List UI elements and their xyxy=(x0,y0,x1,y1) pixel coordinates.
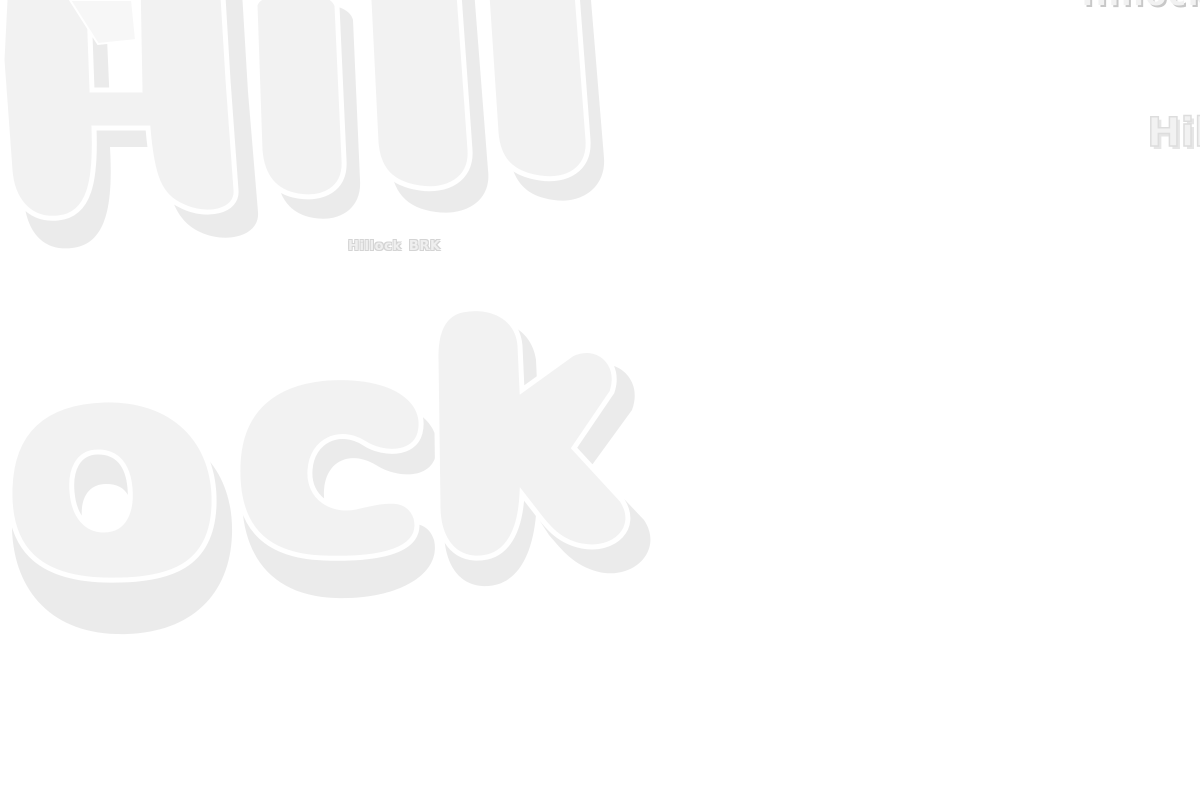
glyph-l-1 xyxy=(366,0,489,213)
glyph-o xyxy=(7,397,233,635)
glyph-k xyxy=(433,306,651,587)
display-word-top xyxy=(0,0,605,249)
corner-text-mid: Hil xyxy=(1146,109,1200,157)
glyph-i xyxy=(252,0,361,219)
font-specimen-canvas: Hillock BRK Hillock Hil xyxy=(0,0,1200,800)
display-word-bottom xyxy=(7,306,651,635)
glyph-H xyxy=(0,0,259,249)
corner-text-top: Hillock xyxy=(1082,0,1200,13)
glyph-c xyxy=(235,375,438,599)
display-lettering xyxy=(0,0,651,635)
glyph-l-2 xyxy=(484,0,605,201)
font-name-caption: Hillock BRK xyxy=(348,239,441,254)
